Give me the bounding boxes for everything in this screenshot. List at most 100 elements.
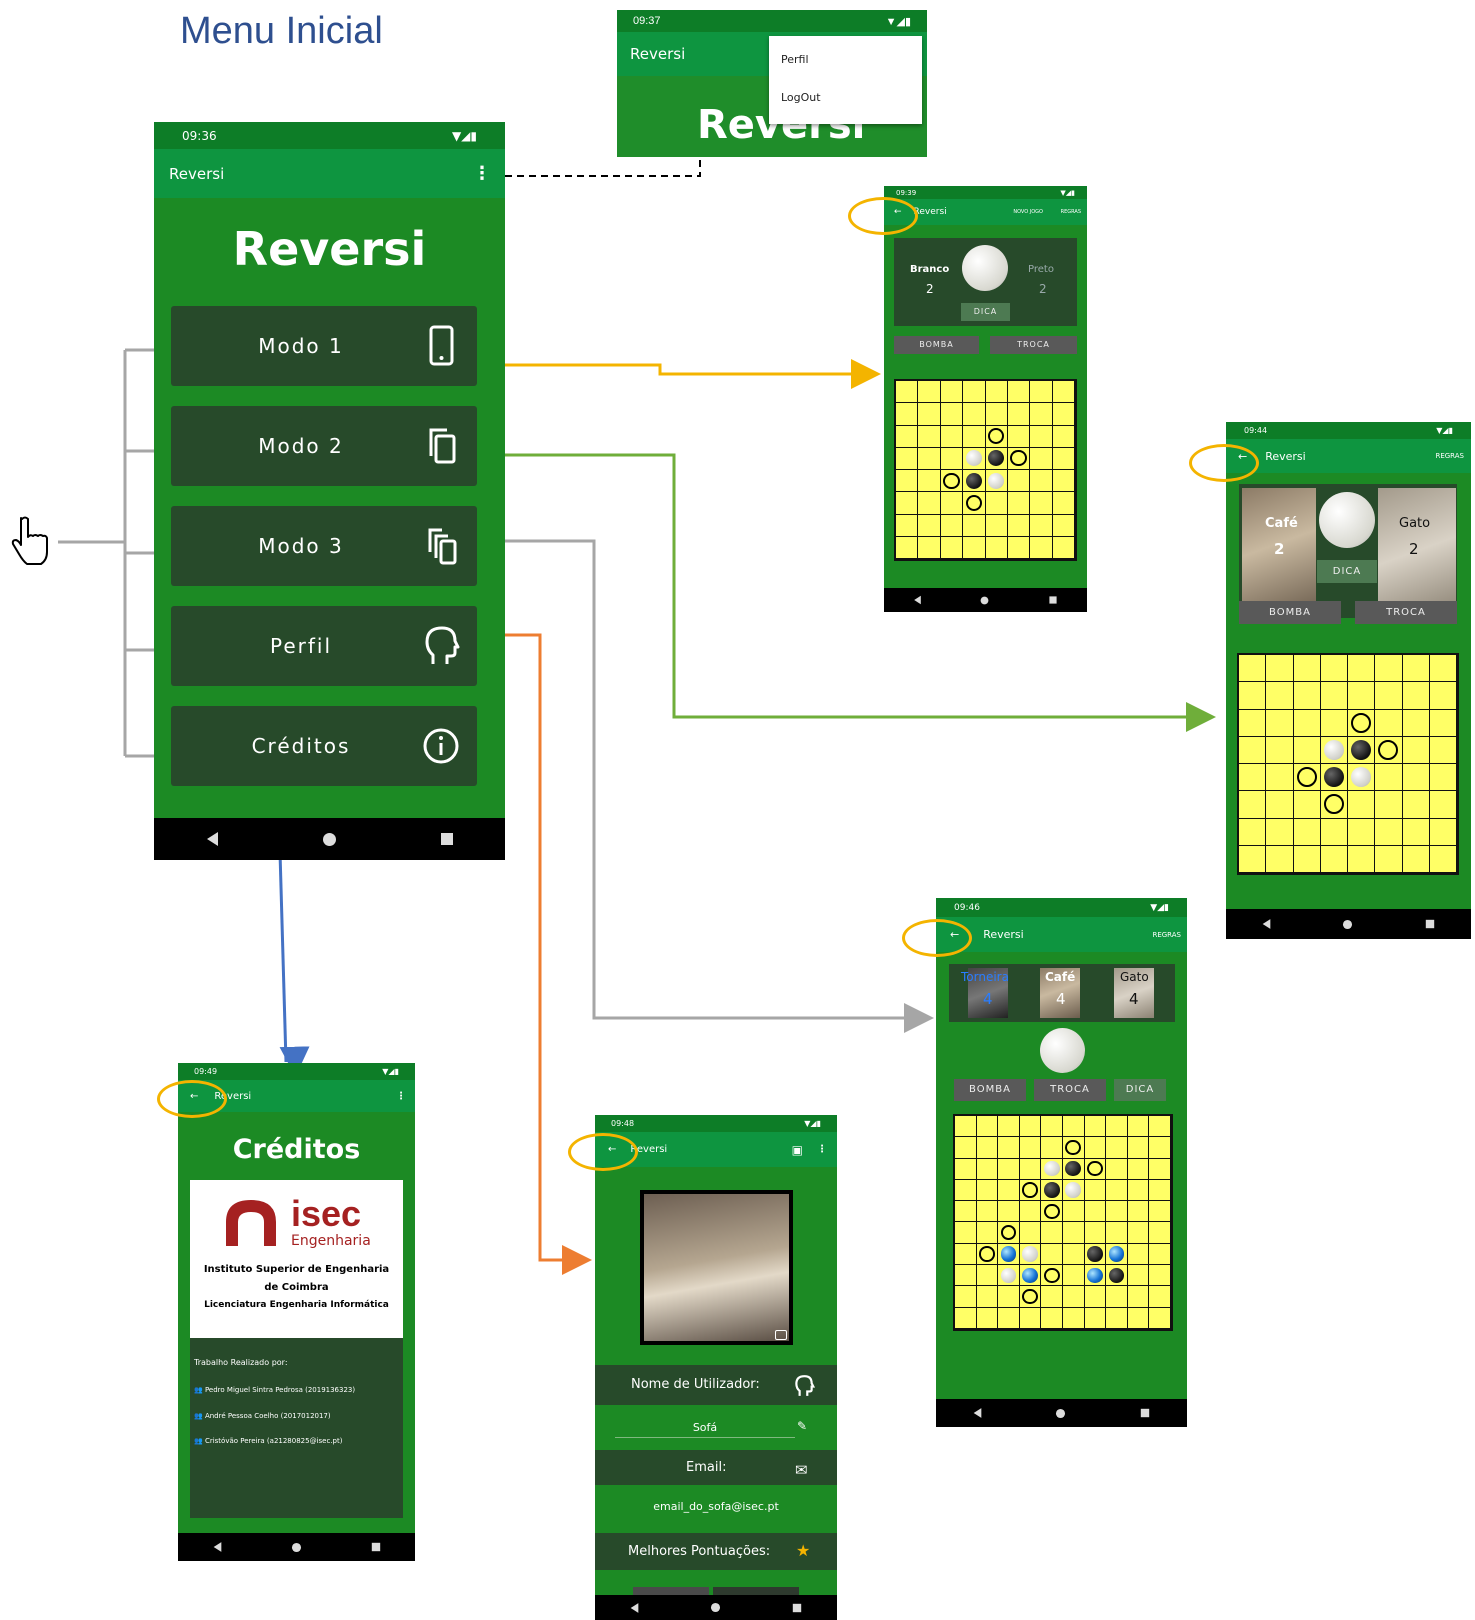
board-cell[interactable]: [1063, 1158, 1085, 1180]
back-icon[interactable]: [973, 1408, 982, 1418]
board-cell[interactable]: [1106, 1222, 1128, 1244]
board-cell[interactable]: [1402, 764, 1430, 792]
board-cell[interactable]: [1106, 1179, 1128, 1202]
board-cell[interactable]: [940, 425, 964, 448]
board-cell[interactable]: [940, 403, 964, 426]
board-cell[interactable]: [976, 1286, 999, 1308]
board-cell[interactable]: [1320, 791, 1348, 819]
board-cell[interactable]: [1106, 1201, 1128, 1223]
board-cell[interactable]: [1348, 845, 1376, 873]
board-cell[interactable]: [1007, 403, 1031, 426]
board-cell[interactable]: [1041, 1137, 1063, 1159]
board-cell[interactable]: [1106, 1307, 1128, 1329]
board-cell[interactable]: [940, 447, 964, 470]
rules-action[interactable]: REGRAS: [1152, 931, 1181, 939]
board-cell[interactable]: [1019, 1201, 1042, 1223]
board-cell[interactable]: [1266, 764, 1294, 792]
home-icon[interactable]: [291, 1542, 301, 1552]
board-cell[interactable]: [1375, 818, 1403, 846]
board-cell[interactable]: [1375, 845, 1403, 873]
board-cell[interactable]: [896, 514, 919, 537]
board-cell[interactable]: [940, 381, 964, 404]
board-cell[interactable]: [955, 1222, 977, 1244]
board-cell[interactable]: [1041, 1116, 1063, 1138]
board-cell[interactable]: [1041, 1243, 1063, 1266]
board-cell[interactable]: [963, 425, 986, 448]
recents-icon[interactable]: [1425, 919, 1435, 929]
board-cell[interactable]: [896, 470, 919, 493]
board-cell[interactable]: [918, 447, 941, 470]
board-cell[interactable]: [896, 447, 919, 470]
board-cell[interactable]: [998, 1307, 1020, 1329]
game-board[interactable]: [953, 1114, 1173, 1331]
board-cell[interactable]: [1402, 682, 1430, 710]
board-cell[interactable]: [1266, 845, 1294, 873]
perfil-button[interactable]: Perfil: [171, 606, 477, 686]
home-icon[interactable]: [322, 832, 336, 846]
board-cell[interactable]: [955, 1116, 977, 1138]
board-cell[interactable]: [896, 492, 919, 515]
board-cell[interactable]: [1007, 425, 1031, 448]
board-cell[interactable]: [1084, 1137, 1107, 1159]
board-cell[interactable]: [1007, 514, 1031, 537]
back-icon[interactable]: [914, 595, 921, 605]
board-cell[interactable]: [1019, 1222, 1042, 1244]
board-cell[interactable]: [1348, 709, 1376, 737]
board-cell[interactable]: [985, 447, 1008, 470]
new-game-action[interactable]: NOVO JOGO: [1013, 209, 1043, 215]
board-cell[interactable]: [896, 403, 919, 426]
board-cell[interactable]: [1429, 764, 1457, 792]
swap-button[interactable]: TROCA: [990, 336, 1077, 354]
home-icon[interactable]: [710, 1602, 721, 1613]
board-cell[interactable]: [1063, 1201, 1085, 1223]
board-cell[interactable]: [976, 1265, 999, 1287]
board-cell[interactable]: [918, 536, 941, 559]
board-cell[interactable]: [940, 492, 964, 515]
modo1-button[interactable]: Modo 1: [171, 306, 477, 386]
board-cell[interactable]: [998, 1158, 1020, 1180]
board-cell[interactable]: [1348, 655, 1376, 683]
game-board[interactable]: [894, 379, 1077, 561]
board-cell[interactable]: [1019, 1243, 1042, 1266]
rules-action[interactable]: REGRAS: [1435, 452, 1464, 460]
board-cell[interactable]: [998, 1243, 1020, 1266]
board-cell[interactable]: [976, 1243, 999, 1266]
board-cell[interactable]: [1030, 536, 1053, 559]
board-cell[interactable]: [1084, 1158, 1107, 1180]
board-cell[interactable]: [1007, 381, 1031, 404]
username-value[interactable]: Sofá: [615, 1421, 795, 1438]
board-cell[interactable]: [1030, 425, 1053, 448]
home-icon[interactable]: [981, 596, 989, 604]
board-cell[interactable]: [1106, 1116, 1128, 1138]
swap-button[interactable]: TROCA: [1355, 601, 1457, 624]
save-icon[interactable]: ▣: [792, 1143, 803, 1157]
overflow-menu-icon[interactable]: ⋮: [396, 1091, 406, 1102]
board-cell[interactable]: [1149, 1286, 1171, 1308]
board-cell[interactable]: [1030, 447, 1053, 470]
board-cell[interactable]: [918, 470, 941, 493]
board-cell[interactable]: [1007, 536, 1031, 559]
board-cell[interactable]: [918, 425, 941, 448]
hint-button[interactable]: DICA: [961, 303, 1010, 321]
board-cell[interactable]: [1052, 514, 1075, 537]
board-cell[interactable]: [1063, 1116, 1085, 1138]
board-cell[interactable]: [1084, 1243, 1107, 1266]
game-board[interactable]: [1237, 653, 1459, 875]
board-cell[interactable]: [955, 1243, 977, 1266]
board-cell[interactable]: [1348, 791, 1376, 819]
board-cell[interactable]: [1429, 818, 1457, 846]
board-cell[interactable]: [1429, 845, 1457, 873]
board-cell[interactable]: [1149, 1137, 1171, 1159]
board-cell[interactable]: [1106, 1137, 1128, 1159]
board-cell[interactable]: [1041, 1222, 1063, 1244]
board-cell[interactable]: [918, 381, 941, 404]
board-cell[interactable]: [1019, 1307, 1042, 1329]
board-cell[interactable]: [985, 381, 1008, 404]
board-cell[interactable]: [955, 1265, 977, 1287]
board-cell[interactable]: [1402, 791, 1430, 819]
board-cell[interactable]: [1106, 1265, 1128, 1287]
board-cell[interactable]: [1106, 1158, 1128, 1180]
board-cell[interactable]: [918, 492, 941, 515]
board-cell[interactable]: [1019, 1179, 1042, 1202]
board-cell[interactable]: [940, 470, 964, 493]
